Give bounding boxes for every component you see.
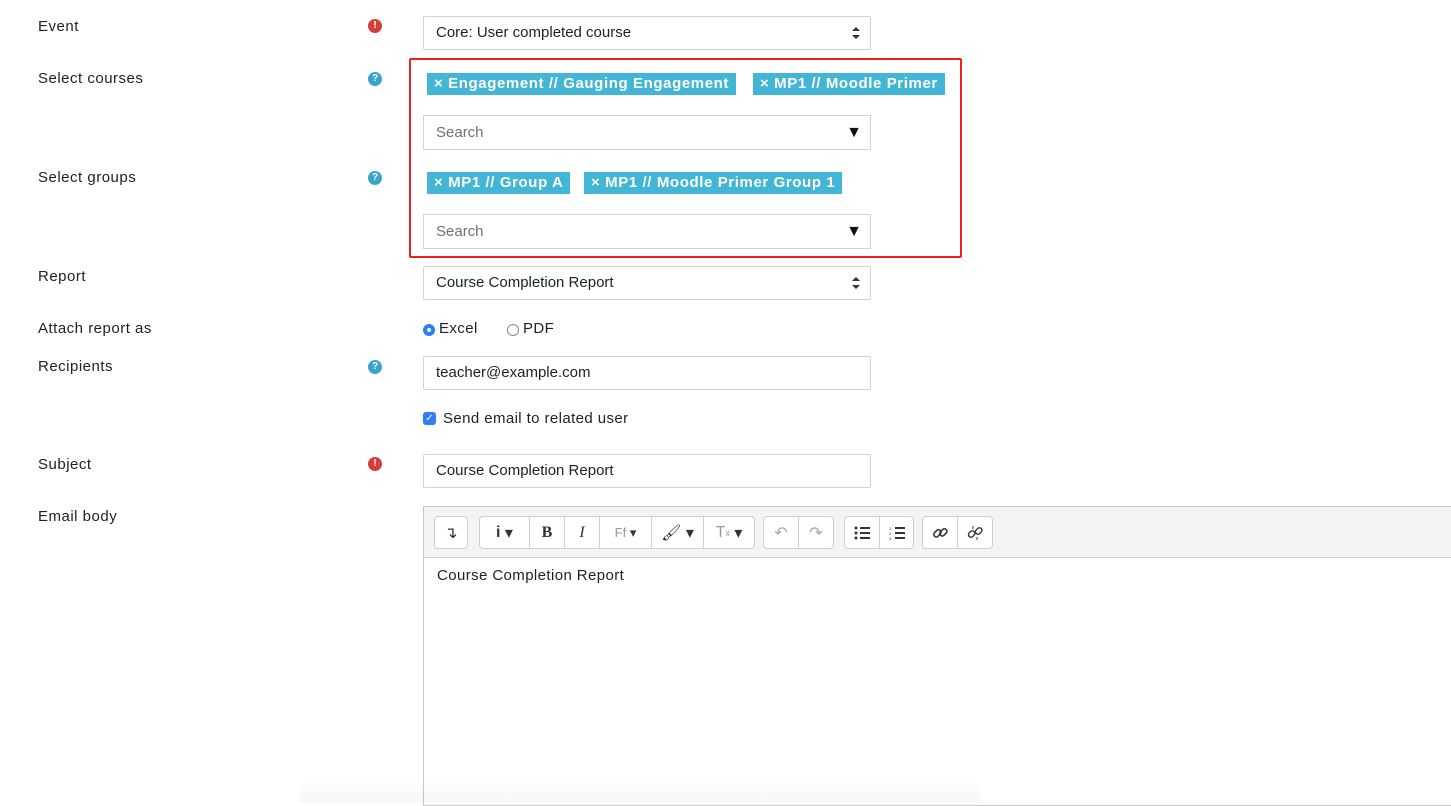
send-related-checkbox[interactable]: ✓ xyxy=(423,412,436,425)
font-color-icon[interactable]: 🖌 ▾ xyxy=(652,517,704,548)
email-body-label: Email body xyxy=(38,508,118,525)
recipients-value: teacher@example.com xyxy=(436,364,591,381)
bottom-shadow xyxy=(300,780,980,802)
toolbar-group-format: i ▾ B I Ff ▾ 🖌 ▾ Tx ▾ xyxy=(479,516,755,549)
select-caret-icon xyxy=(852,27,860,39)
radio-excel-label: Excel xyxy=(439,320,478,337)
bold-icon[interactable]: B xyxy=(530,517,565,548)
send-related-label: Send email to related user xyxy=(443,410,629,427)
editor-content[interactable]: Course Completion Report xyxy=(437,567,624,584)
event-select-value: Core: User completed course xyxy=(436,24,632,41)
redo-icon[interactable]: ↷ xyxy=(799,517,833,548)
event-label: Event xyxy=(38,18,79,35)
toolbar-group-lists: 123 xyxy=(844,516,914,549)
font-size-icon[interactable]: Tx ▾ xyxy=(704,517,754,548)
email-body-editor[interactable]: ↴ i ▾ B I Ff ▾ 🖌 ▾ Tx ▾ ↶ ↷ 123 Course C… xyxy=(423,506,1451,806)
link-icon[interactable] xyxy=(923,517,958,548)
editor-toolbar: ↴ i ▾ B I Ff ▾ 🖌 ▾ Tx ▾ ↶ ↷ 123 xyxy=(424,507,1451,558)
subject-value: Course Completion Report xyxy=(436,462,614,479)
report-label: Report xyxy=(38,268,87,285)
paragraph-style-icon[interactable]: i ▾ xyxy=(480,517,530,548)
collapse-toolbar-icon[interactable]: ↴ xyxy=(435,517,467,548)
toolbar-group-history: ↶ ↷ xyxy=(763,516,834,549)
toolbar-group-links xyxy=(922,516,993,549)
select-groups-label: Select groups xyxy=(38,169,137,186)
svg-text:3: 3 xyxy=(889,536,892,540)
help-icon[interactable]: ? xyxy=(368,360,382,374)
select-caret-icon xyxy=(852,277,860,289)
required-icon: ! xyxy=(368,457,382,471)
font-family-icon[interactable]: Ff ▾ xyxy=(600,517,652,548)
undo-icon[interactable]: ↶ xyxy=(764,517,799,548)
radio-pdf[interactable] xyxy=(507,324,519,336)
report-select-value: Course Completion Report xyxy=(436,274,614,291)
unordered-list-icon[interactable] xyxy=(845,517,880,548)
unlink-icon[interactable] xyxy=(958,517,992,548)
help-icon[interactable]: ? xyxy=(368,72,382,86)
subject-input[interactable]: Course Completion Report xyxy=(423,454,871,488)
recipients-input[interactable]: teacher@example.com xyxy=(423,356,871,390)
select-courses-label: Select courses xyxy=(38,70,144,87)
radio-pdf-label: PDF xyxy=(523,320,555,337)
highlight-annotation-box xyxy=(409,58,962,258)
event-select[interactable]: Core: User completed course xyxy=(423,16,871,50)
italic-icon[interactable]: I xyxy=(565,517,600,548)
recipients-label: Recipients xyxy=(38,358,114,375)
required-icon: ! xyxy=(368,19,382,33)
toolbar-group-collapse: ↴ xyxy=(434,516,468,549)
ordered-list-icon[interactable]: 123 xyxy=(880,517,913,548)
subject-label: Subject xyxy=(38,456,92,473)
help-icon[interactable]: ? xyxy=(368,171,382,185)
attach-report-label: Attach report as xyxy=(38,320,152,337)
report-select[interactable]: Course Completion Report xyxy=(423,266,871,300)
radio-excel[interactable] xyxy=(423,324,435,336)
